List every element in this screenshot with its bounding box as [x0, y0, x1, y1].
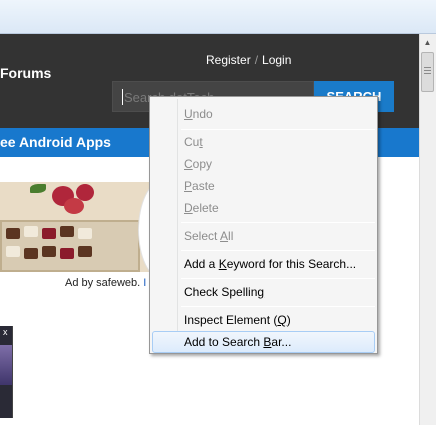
sweet-shape: [78, 228, 92, 239]
menu-label-part: eyword for this Search...: [226, 257, 357, 271]
browser-viewport: Forums Register/Login Search dotTech SEA…: [0, 0, 436, 425]
menu-accesskey: K: [218, 257, 227, 271]
thumbnail-image-band: [0, 345, 12, 385]
menu-label-part: ar...: [271, 335, 292, 349]
ad-caption-text: Ad by safeweb.: [65, 277, 144, 289]
berry-shape: [64, 198, 84, 214]
sweet-shape: [42, 246, 56, 257]
menu-item-cut[interactable]: Cut: [152, 131, 375, 153]
sweet-shape: [60, 226, 74, 237]
sweet-shape: [24, 248, 38, 259]
menu-label-part: aste: [192, 179, 215, 193]
nav-android-apps-link[interactable]: ee Android Apps: [0, 134, 111, 150]
menu-item-inspect-element[interactable]: Inspect Element (Q): [152, 309, 375, 331]
menu-accesskey: A: [220, 229, 229, 243]
menu-item-undo[interactable]: Undo: [152, 103, 375, 125]
scrollbar-grip-line: [424, 67, 431, 68]
menu-label-part: Cu: [184, 135, 200, 149]
vertical-scrollbar[interactable]: [419, 34, 436, 425]
sweet-shape: [60, 248, 74, 259]
menu-item-paste[interactable]: Paste: [152, 175, 375, 197]
ad-image[interactable]: [0, 182, 150, 272]
nav-forums-link[interactable]: Forums: [0, 65, 51, 81]
menu-item-delete[interactable]: Delete: [152, 197, 375, 219]
sweet-shape: [6, 246, 20, 257]
sweet-shape: [24, 226, 38, 237]
menu-label-part: ): [286, 313, 291, 327]
login-link[interactable]: Login: [262, 53, 291, 67]
menu-label-part: elete: [192, 201, 219, 215]
menu-accesskey: D: [184, 201, 193, 215]
menu-accesskey: U: [184, 107, 193, 121]
menu-accesskey: t: [199, 135, 203, 149]
menu-label-part: Select: [184, 229, 221, 243]
menu-item-select-all[interactable]: Select All: [152, 225, 375, 247]
chocolate-box-shape: [0, 220, 140, 272]
menu-item-add-to-search-bar[interactable]: Add to Search Bar...: [152, 331, 375, 353]
sweet-shape: [78, 246, 92, 257]
scrollbar-grip-line: [424, 70, 431, 71]
ad-caption: Ad by safeweb. I: [65, 277, 146, 289]
menu-separator: [181, 129, 375, 130]
menu-accesskey: Q: [277, 313, 287, 327]
menu-separator: [181, 306, 375, 307]
menu-accesskey: g: [257, 285, 265, 299]
menu-item-check-spelling[interactable]: Check Spelling: [152, 281, 375, 303]
menu-label-part: Add to Search: [184, 335, 264, 349]
browser-toolbar-edge: [0, 0, 436, 34]
menu-separator: [181, 250, 375, 251]
scrollbar-grip-line: [424, 73, 431, 74]
menu-label-part: opy: [192, 157, 213, 171]
ad-caption-link[interactable]: I: [143, 277, 146, 289]
menu-label-part: Add a: [184, 257, 219, 271]
menu-label-part: ll: [228, 229, 234, 243]
scrollbar-thumb[interactable]: [421, 52, 434, 92]
menu-item-add-keyword[interactable]: Add a Keyword for this Search...: [152, 253, 375, 275]
sweet-shape: [42, 228, 56, 239]
menu-accesskey: C: [184, 157, 193, 171]
register-link[interactable]: Register: [206, 53, 251, 67]
menu-item-copy[interactable]: Copy: [152, 153, 375, 175]
login-separator: /: [254, 53, 259, 67]
close-icon[interactable]: x: [3, 327, 8, 337]
menu-label-part: Inspect Element (: [184, 313, 278, 327]
menu-label-part: Check Spellin: [184, 285, 258, 299]
scroll-up-arrow-icon[interactable]: ▲: [420, 35, 435, 51]
account-links: Register / Login: [206, 53, 291, 67]
leaf-shape: [30, 184, 46, 193]
sweet-shape: [6, 228, 20, 239]
context-menu: Undo Cut Copy Paste Delete Select All Ad…: [149, 96, 378, 354]
menu-label-part: ndo: [192, 107, 213, 121]
text-caret: [122, 89, 123, 105]
menu-separator: [181, 222, 375, 223]
menu-accesskey: P: [184, 179, 193, 193]
menu-separator: [181, 278, 375, 279]
